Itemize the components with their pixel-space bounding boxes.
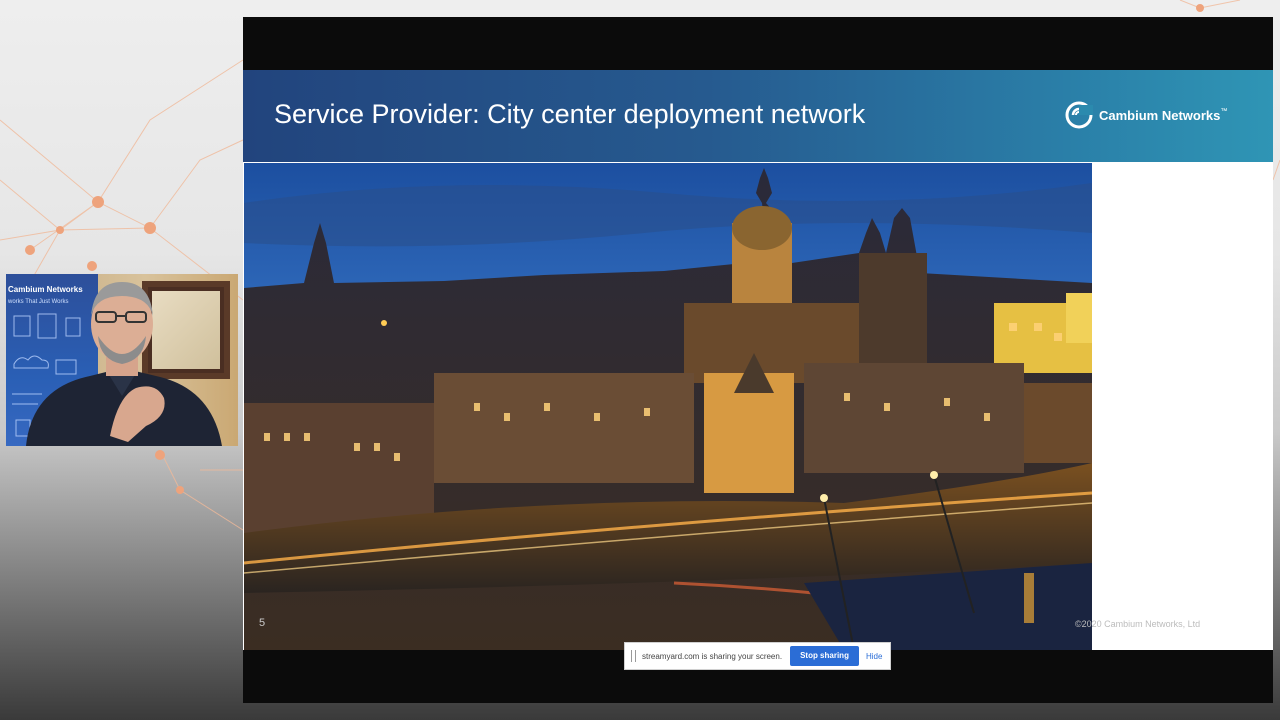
logo-text: Cambium Networks™ — [1099, 107, 1228, 123]
drag-grip-icon[interactable] — [631, 650, 636, 662]
presenter-person — [26, 282, 222, 446]
screen-sharing-bar: streamyard.com is sharing your screen. S… — [624, 642, 891, 670]
presenter-webcam: Cambium Networks works That Just Works — [6, 274, 238, 446]
slide-number: 5 — [259, 617, 266, 629]
sharing-message: streamyard.com is sharing your screen. — [642, 651, 783, 661]
hide-button[interactable]: Hide — [866, 652, 882, 661]
cambium-logo: Cambium Networks™ — [1065, 100, 1227, 130]
shared-screen-area: Service Provider: City center deployment… — [243, 17, 1273, 703]
city-night-photo — [244, 163, 1092, 650]
slide-header: Service Provider: City center deployment… — [243, 70, 1273, 162]
stop-sharing-button[interactable]: Stop sharing — [790, 646, 859, 666]
presentation-slide: Service Provider: City center deployment… — [243, 70, 1273, 650]
slide-title: Service Provider: City center deployment… — [274, 99, 866, 129]
cambium-logo-icon — [1065, 101, 1093, 129]
slide-copyright: ©2020 Cambium Networks, Ltd — [1075, 619, 1201, 629]
